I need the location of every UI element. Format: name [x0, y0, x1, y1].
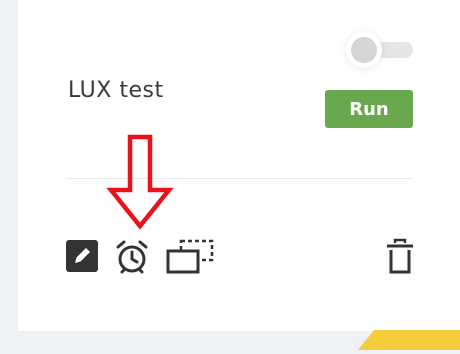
run-button[interactable]: Run	[325, 90, 413, 128]
enable-toggle[interactable]	[349, 37, 413, 63]
toggle-knob	[351, 37, 377, 63]
test-card: LUX test Run	[18, 0, 460, 331]
test-title: LUX test	[68, 78, 164, 103]
pencil-icon[interactable]	[66, 240, 98, 272]
alarm-clock-icon[interactable]	[113, 239, 151, 275]
copy-icon[interactable]	[165, 237, 215, 275]
accent-corner	[358, 330, 460, 350]
down-arrow-icon	[106, 134, 178, 230]
trash-icon[interactable]	[384, 238, 416, 276]
